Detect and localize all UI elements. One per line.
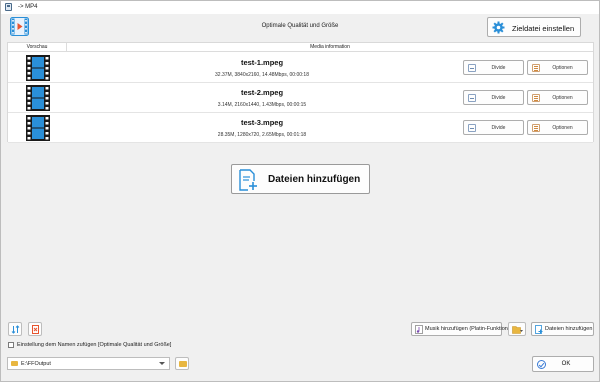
add-file-icon	[535, 325, 543, 334]
divide-label: Divide	[491, 65, 506, 71]
file-meta: 3.14M, 2160x1440, 1.43Mbps, 00:00:15	[217, 102, 307, 108]
set-target-file-button[interactable]: Zieldatei einstellen	[487, 17, 581, 37]
video-thumbnail-icon	[26, 115, 50, 141]
table-header: Vorschau Media information	[8, 43, 593, 52]
append-setting-label: Einstellung dem Namen zufügen [Optimale …	[17, 342, 172, 348]
sort-button[interactable]	[8, 322, 22, 336]
app-icon	[5, 3, 12, 11]
title-bar: -> MP4	[1, 1, 599, 14]
append-setting-checkbox[interactable]	[8, 342, 14, 348]
divide-button[interactable]: Divide	[463, 90, 524, 105]
add-file-icon	[239, 169, 257, 191]
add-music-button[interactable]: Musik hinzufügen (Platin-Funktion)	[411, 322, 510, 336]
ok-button[interactable]: OK	[532, 356, 594, 372]
options-button[interactable]: Optionen	[527, 90, 588, 105]
add-files-button[interactable]: Dateien hinzufügen	[531, 322, 594, 336]
media-table: Vorschau Media information test-1.mpeg 3…	[7, 42, 594, 143]
gear-icon	[492, 21, 505, 34]
options-button[interactable]: Optionen	[527, 120, 588, 135]
options-label: Optionen	[552, 65, 573, 71]
video-thumbnail-icon	[26, 55, 50, 81]
add-music-label: Musik hinzufügen (Platin-Funktion)	[425, 326, 510, 332]
remove-button[interactable]	[28, 322, 42, 336]
table-row[interactable]: test-1.mpeg 32.37M, 3840x2160, 14.48Mbps…	[8, 53, 593, 83]
add-files-big-label: Dateien hinzufügen	[268, 174, 361, 185]
divide-button[interactable]: Divide	[463, 60, 524, 75]
set-target-file-label: Zieldatei einstellen	[512, 24, 575, 33]
sort-icon	[11, 325, 20, 334]
folder-icon	[512, 326, 523, 334]
ok-label: OK	[561, 361, 571, 367]
divide-button[interactable]: Divide	[463, 120, 524, 135]
file-meta: 28.35M, 1280x720, 2.65Mbps, 00:01:18	[217, 132, 307, 138]
output-path-value: E:\FFOutput	[21, 361, 51, 367]
folder-icon	[11, 361, 18, 366]
divide-label: Divide	[491, 95, 506, 101]
music-icon	[415, 325, 423, 334]
chevron-down-icon	[159, 362, 165, 365]
video-thumbnail-icon	[26, 85, 50, 111]
top-toolbar: Optimale Qualität und Größe Zieldatei ei…	[1, 14, 599, 41]
options-button[interactable]: Optionen	[527, 60, 588, 75]
column-media-information: Media information	[310, 44, 350, 50]
table-row[interactable]: test-2.mpeg 3.14M, 2160x1440, 1.43Mbps, …	[8, 83, 593, 113]
column-preview: Vorschau	[8, 43, 67, 52]
converter-window: -> MP4 Optimale Qualität und Größe Zield…	[0, 0, 600, 382]
browse-folder-button[interactable]	[175, 357, 189, 370]
add-files-label: Dateien hinzufügen	[545, 326, 593, 332]
folder-dropdown-button[interactable]	[508, 322, 526, 336]
delete-icon	[32, 325, 39, 334]
window-title: -> MP4	[18, 4, 38, 10]
add-files-big-button[interactable]: Dateien hinzufügen	[231, 164, 370, 194]
options-label: Optionen	[552, 125, 573, 131]
folder-icon	[179, 361, 187, 367]
file-name: test-1.mpeg	[240, 58, 284, 67]
file-name: test-2.mpeg	[240, 88, 284, 97]
options-label: Optionen	[552, 95, 573, 101]
file-name: test-3.mpeg	[240, 118, 284, 127]
file-meta: 32.37M, 3840x2160, 14.48Mbps, 00:00:18	[215, 72, 309, 78]
output-path-select[interactable]: E:\FFOutput	[7, 357, 170, 370]
divide-label: Divide	[491, 125, 506, 131]
table-row[interactable]: test-3.mpeg 28.35M, 1280x720, 2.65Mbps, …	[8, 113, 593, 143]
